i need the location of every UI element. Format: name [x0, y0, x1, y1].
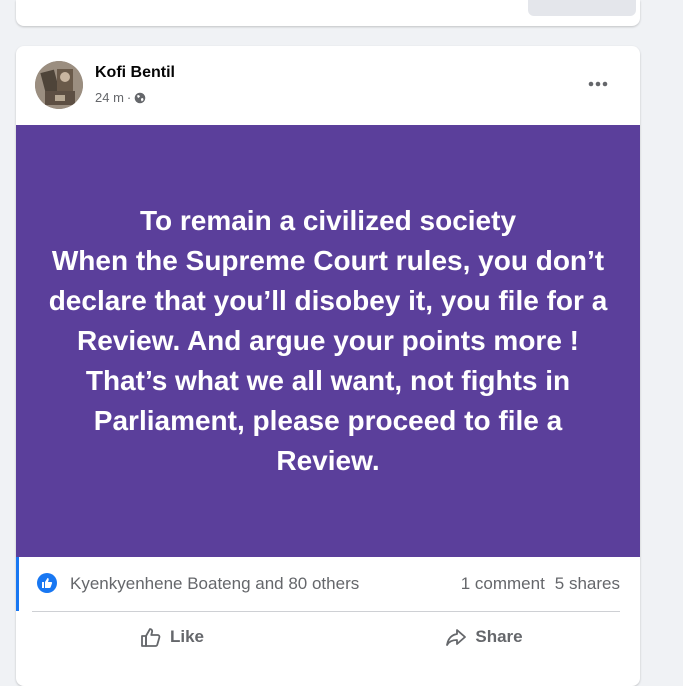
post-actions: Like Share [16, 612, 640, 662]
like-button[interactable]: Like [16, 612, 328, 662]
avatar-image [35, 61, 83, 109]
meta-separator: · [126, 90, 132, 105]
reactors-text[interactable]: Kyenkyenhene Boateng and 80 others [70, 574, 359, 594]
post-text: To remain a civilized society When the S… [48, 205, 608, 476]
post-text-background: To remain a civilized society When the S… [16, 125, 640, 557]
post-card: Kofi Bentil 24 m · To remain a civilized… [16, 46, 640, 686]
post-meta: 24 m · [95, 90, 146, 105]
avatar[interactable] [35, 61, 83, 109]
previous-post-card [16, 0, 640, 26]
post-time[interactable]: 24 m [95, 90, 124, 105]
comments-count[interactable]: 1 comment [461, 574, 545, 594]
previous-post-button[interactable] [528, 0, 636, 16]
shares-count[interactable]: 5 shares [555, 574, 620, 594]
engagement-counts: 1 comment 5 shares [461, 574, 620, 594]
share-button[interactable]: Share [328, 612, 640, 662]
author-name[interactable]: Kofi Bentil [95, 64, 175, 82]
globe-icon [134, 92, 146, 104]
more-options-icon [588, 81, 608, 87]
reactions-bar: Kyenkyenhene Boateng and 80 others 1 com… [16, 557, 640, 611]
share-arrow-icon [446, 629, 467, 646]
post-header: Kofi Bentil 24 m · [16, 46, 640, 125]
focus-accent [16, 557, 19, 611]
more-options-button[interactable] [580, 66, 616, 102]
page-background-strip [640, 0, 683, 660]
like-label: Like [169, 627, 205, 646]
like-reaction-icon[interactable] [37, 573, 57, 593]
share-label: Share [475, 627, 523, 646]
thumbs-up-icon [141, 628, 161, 647]
